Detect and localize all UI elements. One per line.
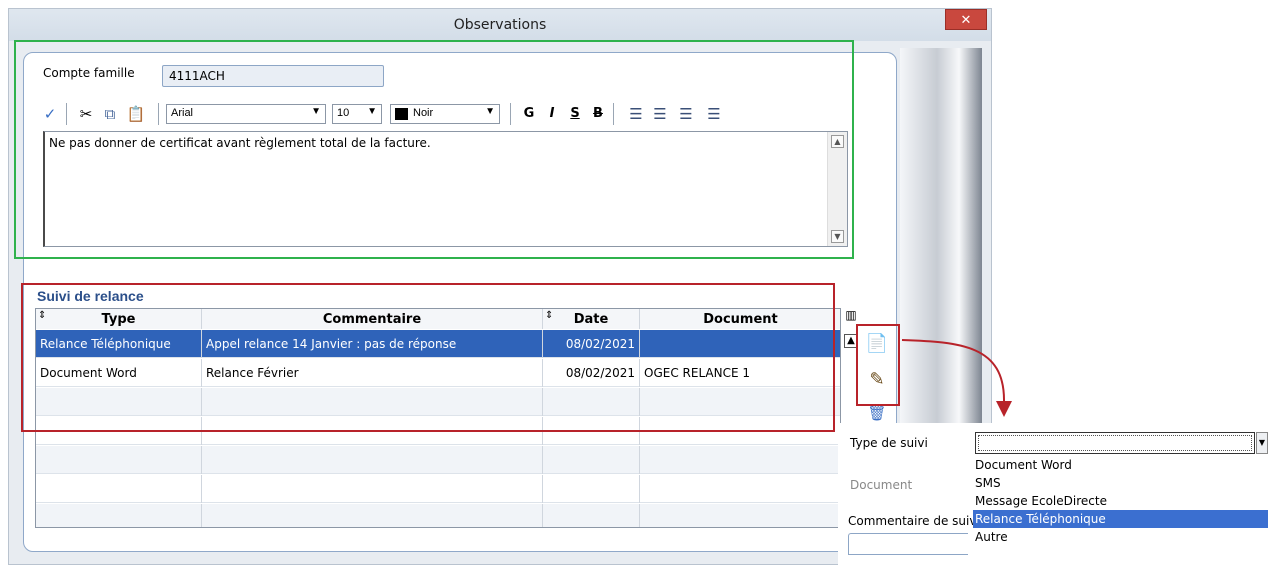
chevron-down-icon[interactable]: ▼ [1256,432,1268,454]
commentaire-label: Commentaire de suivi [848,514,980,528]
dropdown-option[interactable]: Autre [973,528,1268,546]
document-label: Document [850,478,913,492]
type-de-suivi-select[interactable] [975,432,1255,454]
type-de-suivi-dropdown[interactable]: Document Word SMS Message EcoleDirecte R… [973,456,1268,548]
type-de-suivi-value [978,435,1252,451]
dropdown-option[interactable]: Document Word [973,456,1268,474]
type-de-suivi-label: Type de suivi [850,436,928,450]
dropdown-option[interactable]: Message EcoleDirecte [973,492,1268,510]
dropdown-option-highlighted[interactable]: Relance Téléphonique [973,510,1268,528]
dropdown-option[interactable]: SMS [973,474,1268,492]
commentaire-field[interactable] [848,533,968,555]
